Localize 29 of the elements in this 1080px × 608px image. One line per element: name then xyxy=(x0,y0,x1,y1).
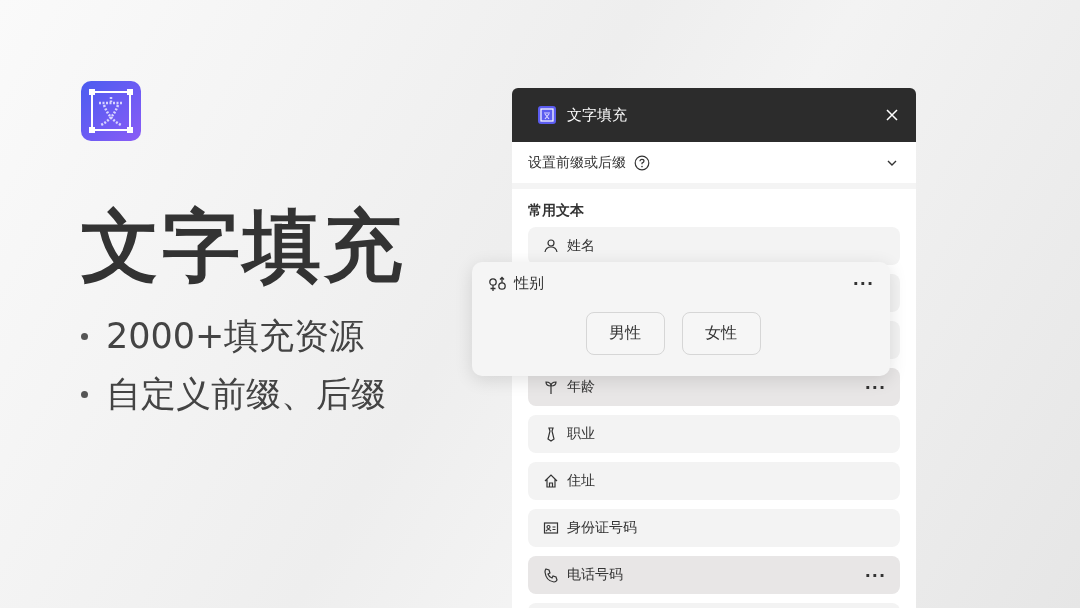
prefix-suffix-setting[interactable]: 设置前缀或后缀 xyxy=(512,142,916,183)
panel-title: 文字填充 xyxy=(567,105,628,125)
home-icon xyxy=(543,473,559,489)
text-item[interactable]: 电话号码 ··· xyxy=(528,556,900,594)
text-item[interactable]: 姓名 xyxy=(528,227,900,265)
plugin-logo-icon xyxy=(538,106,556,124)
help-icon[interactable] xyxy=(634,154,650,171)
feature-text: 自定义前缀、后缀 xyxy=(106,373,386,416)
text-item[interactable]: 身份证号码 xyxy=(528,509,900,547)
phone-icon xyxy=(543,567,559,583)
feature-text: 2000+填充资源 xyxy=(106,315,365,358)
gender-option-button[interactable]: 女性 xyxy=(681,312,761,355)
bullet-icon xyxy=(81,332,88,340)
logo-icon xyxy=(81,81,141,141)
id-card-icon xyxy=(543,520,559,536)
bullet-icon xyxy=(81,390,88,398)
text-item[interactable]: 住址 xyxy=(528,462,900,500)
section-title: 常用文本 xyxy=(528,201,585,220)
close-icon[interactable] xyxy=(886,109,898,121)
more-options[interactable]: ··· xyxy=(864,565,886,585)
person-icon xyxy=(543,238,559,254)
promo-title: 文字填充 xyxy=(81,203,405,289)
popup-title: 性别 xyxy=(514,274,545,293)
more-options[interactable]: ··· xyxy=(852,274,874,293)
gender-icon xyxy=(488,275,508,292)
text-item[interactable]: 职业 xyxy=(528,415,900,453)
sprout-icon xyxy=(543,379,559,395)
more-options[interactable]: ··· xyxy=(864,377,886,397)
gender-option-button[interactable]: 男性 xyxy=(585,312,665,355)
